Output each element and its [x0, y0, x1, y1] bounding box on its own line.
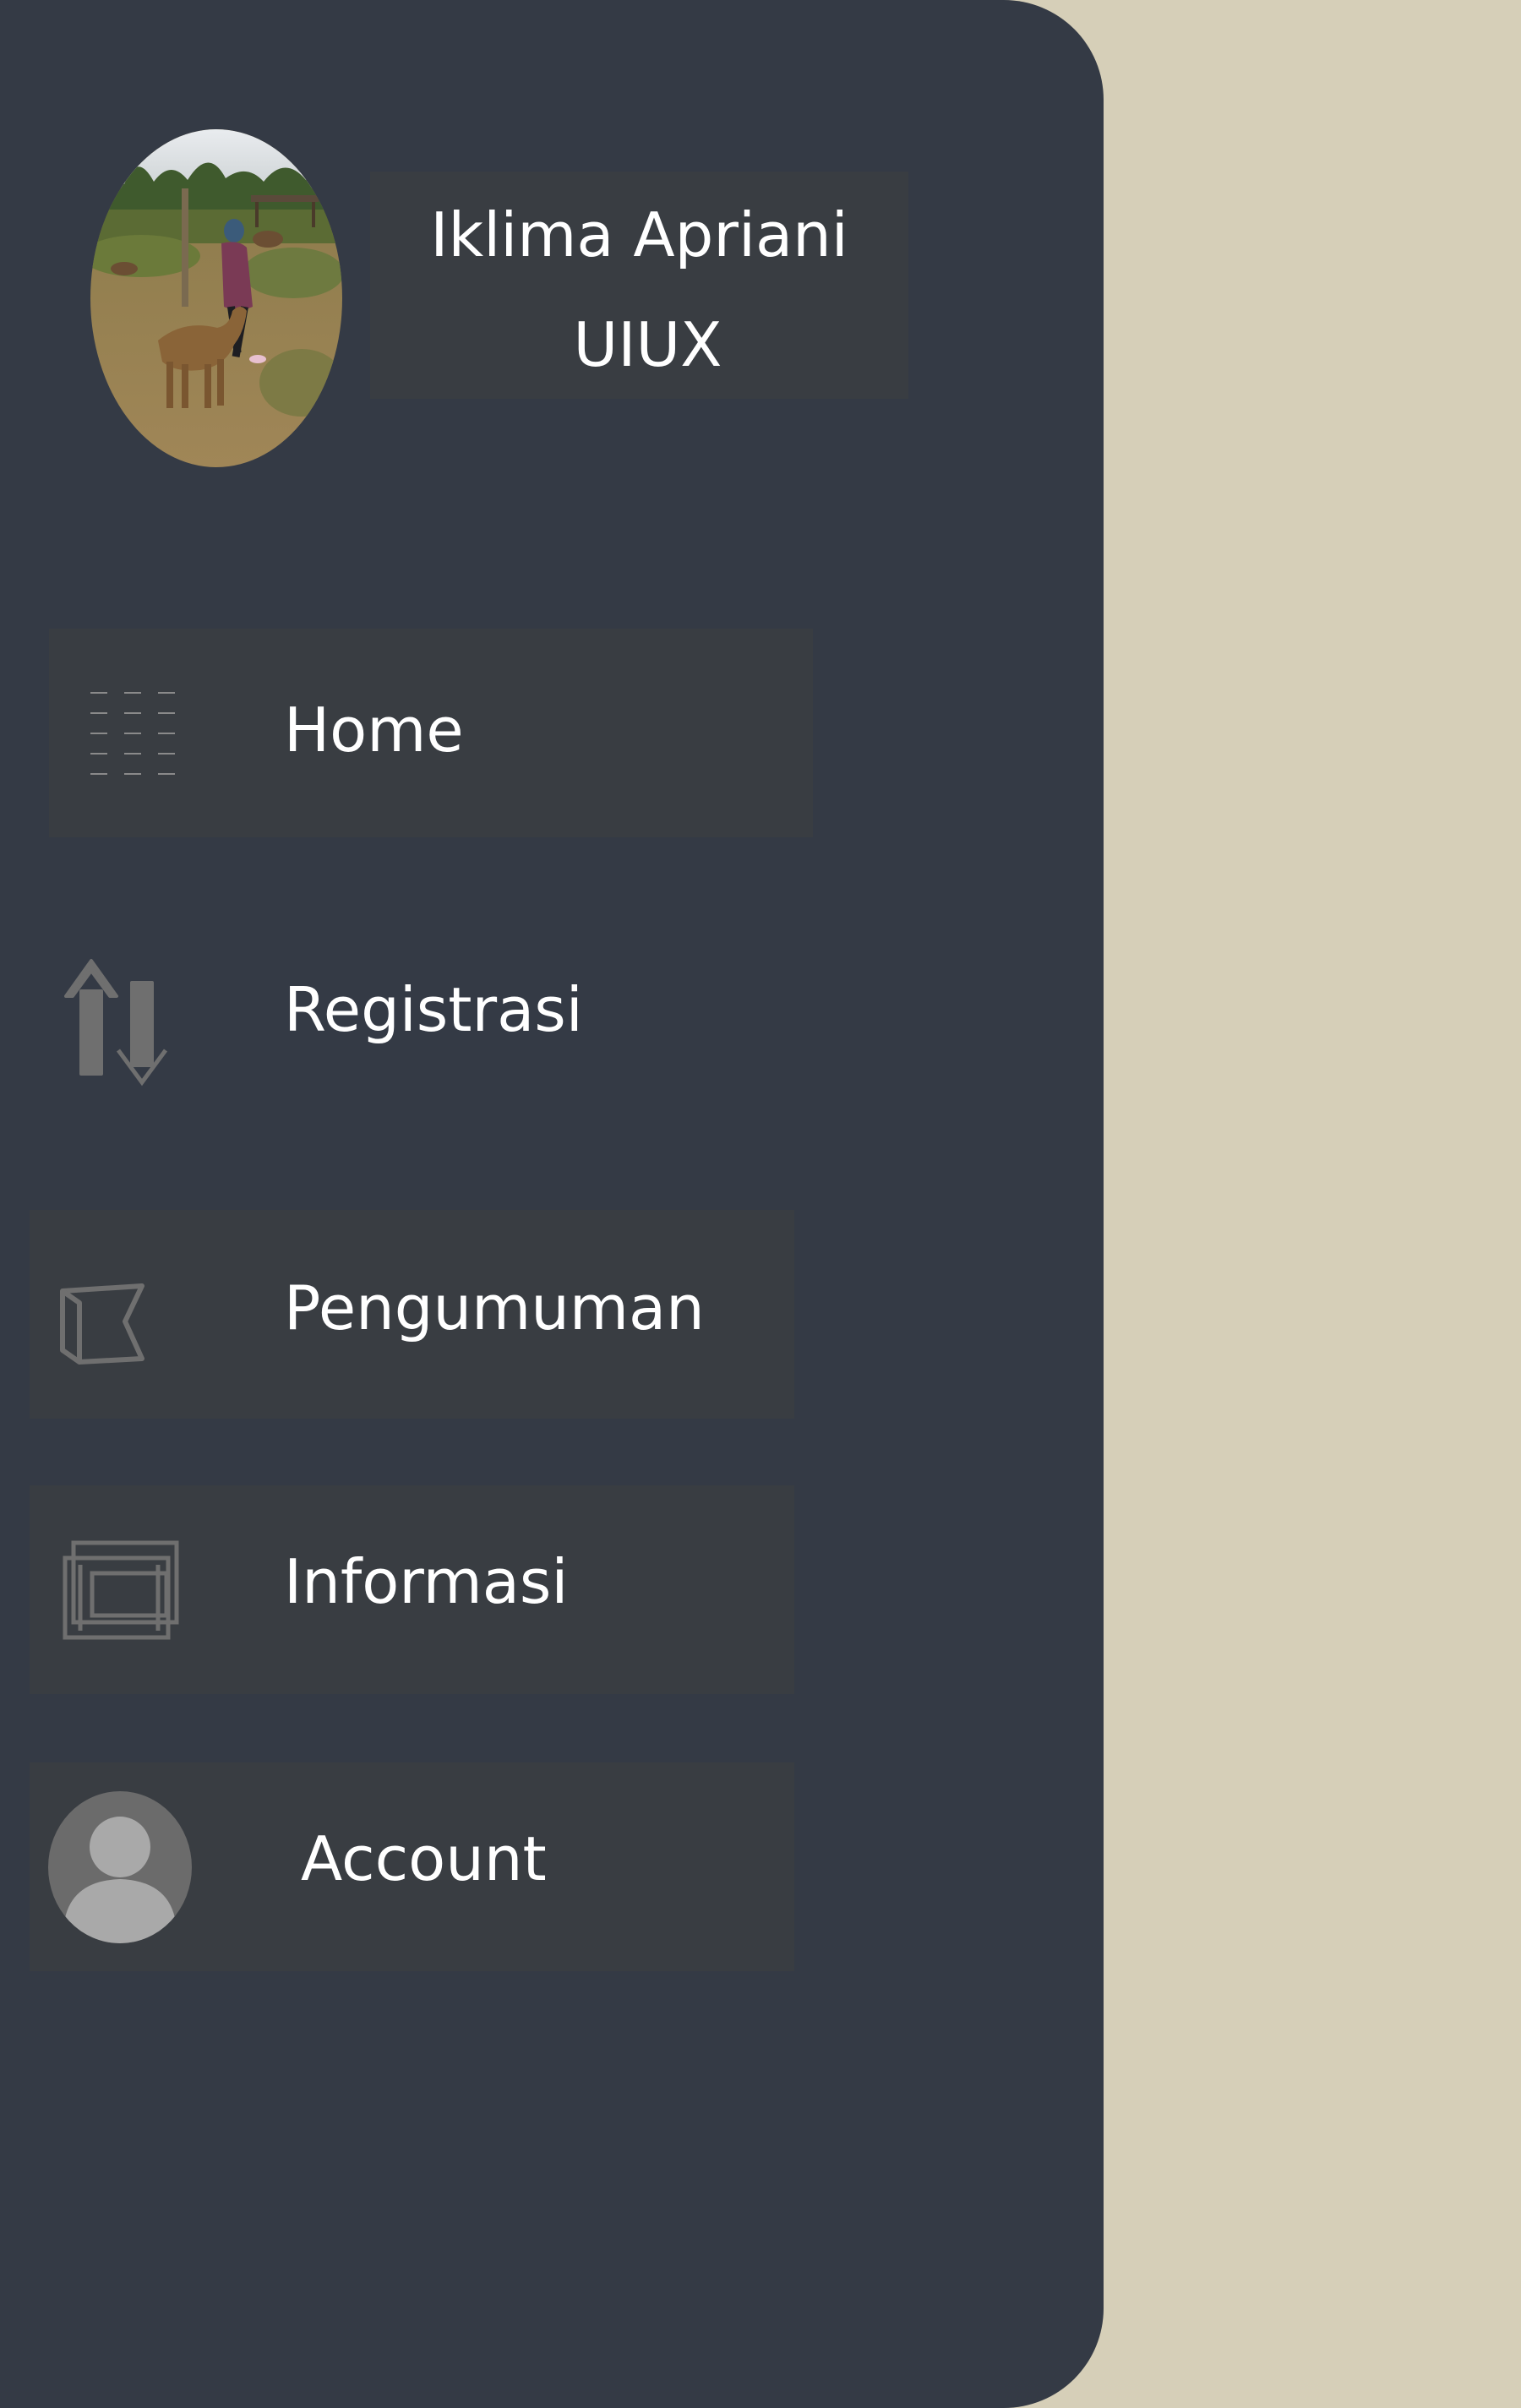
- profile-name: Iklima Apriani: [430, 199, 848, 270]
- menu-item-home[interactable]: Home: [49, 629, 813, 837]
- profile-photo-image: [90, 129, 342, 467]
- menu-item-informasi[interactable]: Informasi: [30, 1485, 794, 1694]
- stacked-frames-icon: [62, 1539, 180, 1641]
- grid-dashes-icon: [87, 688, 180, 781]
- menu-label-registrasi: Registrasi: [284, 974, 583, 1045]
- flag-icon: [59, 1283, 152, 1367]
- profile-photo[interactable]: [90, 129, 342, 467]
- menu-item-registrasi[interactable]: Registrasi: [0, 908, 845, 1111]
- profile-role: UIUX: [573, 309, 722, 380]
- menu-item-account[interactable]: Account: [30, 1762, 794, 1971]
- menu-label-informasi: Informasi: [284, 1546, 569, 1617]
- menu-item-pengumuman[interactable]: Pengumuman: [30, 1210, 794, 1419]
- menu-label-account: Account: [301, 1823, 547, 1894]
- profile-card: Iklima Apriani UIUX: [370, 172, 908, 399]
- up-down-arrows-icon: [59, 956, 173, 1091]
- navigation-drawer: Iklima Apriani UIUX Home Registrasi Peng…: [0, 0, 1104, 2408]
- menu-label-home: Home: [284, 695, 464, 765]
- page: Iklima Apriani UIUX Home Registrasi Peng…: [0, 0, 1521, 2408]
- menu-label-pengumuman: Pengumuman: [284, 1272, 705, 1343]
- user-avatar-icon: [48, 1791, 192, 1943]
